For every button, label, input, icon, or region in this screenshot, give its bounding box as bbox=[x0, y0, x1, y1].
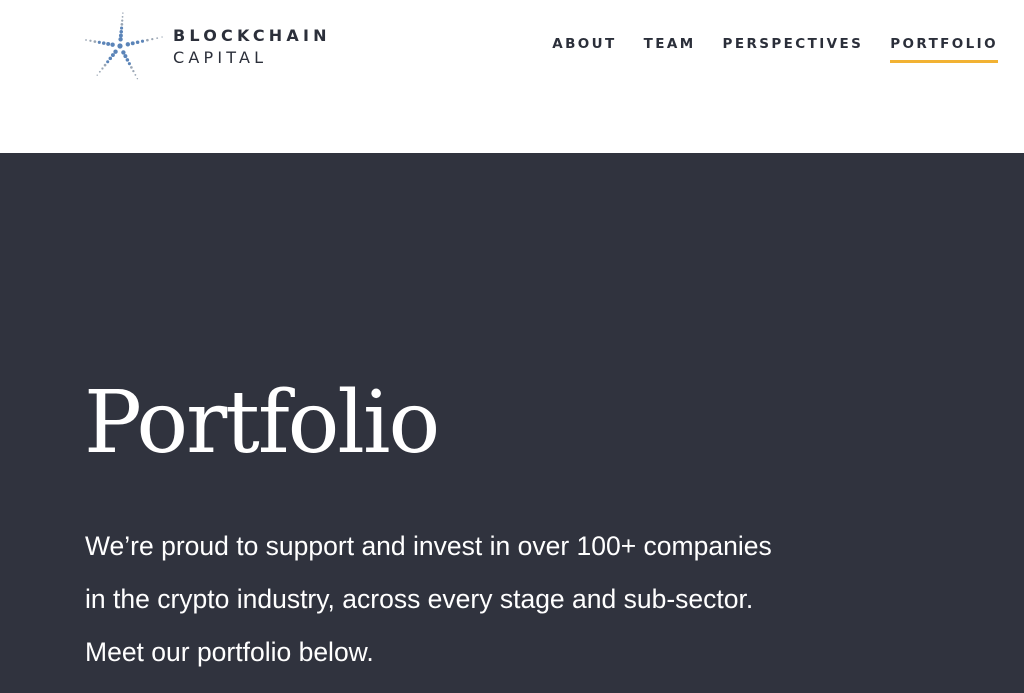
brand-wordmark-line1: BLOCKCHAIN bbox=[173, 26, 331, 45]
nav-link-about[interactable]: ABOUT bbox=[552, 34, 616, 63]
hero-section: Portfolio We’re proud to support and inv… bbox=[0, 153, 1024, 693]
starburst-logo-icon bbox=[85, 12, 163, 80]
page-title: Portfolio bbox=[84, 373, 440, 473]
nav-link-team[interactable]: TEAM bbox=[644, 34, 696, 63]
nav-link-portfolio[interactable]: PORTFOLIO bbox=[890, 34, 998, 63]
main-nav: ABOUT TEAM PERSPECTIVES PORTFOLIO bbox=[552, 34, 998, 63]
hero-intro-text: We’re proud to support and invest in ove… bbox=[85, 531, 772, 667]
brand-wordmark-line2: CAPITAL bbox=[173, 48, 268, 67]
nav-link-perspectives[interactable]: PERSPECTIVES bbox=[723, 34, 864, 63]
brand-logo-link[interactable]: BLOCKCHAIN CAPITAL bbox=[84, 8, 354, 88]
site-header: BLOCKCHAIN CAPITAL ABOUT TEAM PERSPECTIV… bbox=[0, 0, 1024, 153]
